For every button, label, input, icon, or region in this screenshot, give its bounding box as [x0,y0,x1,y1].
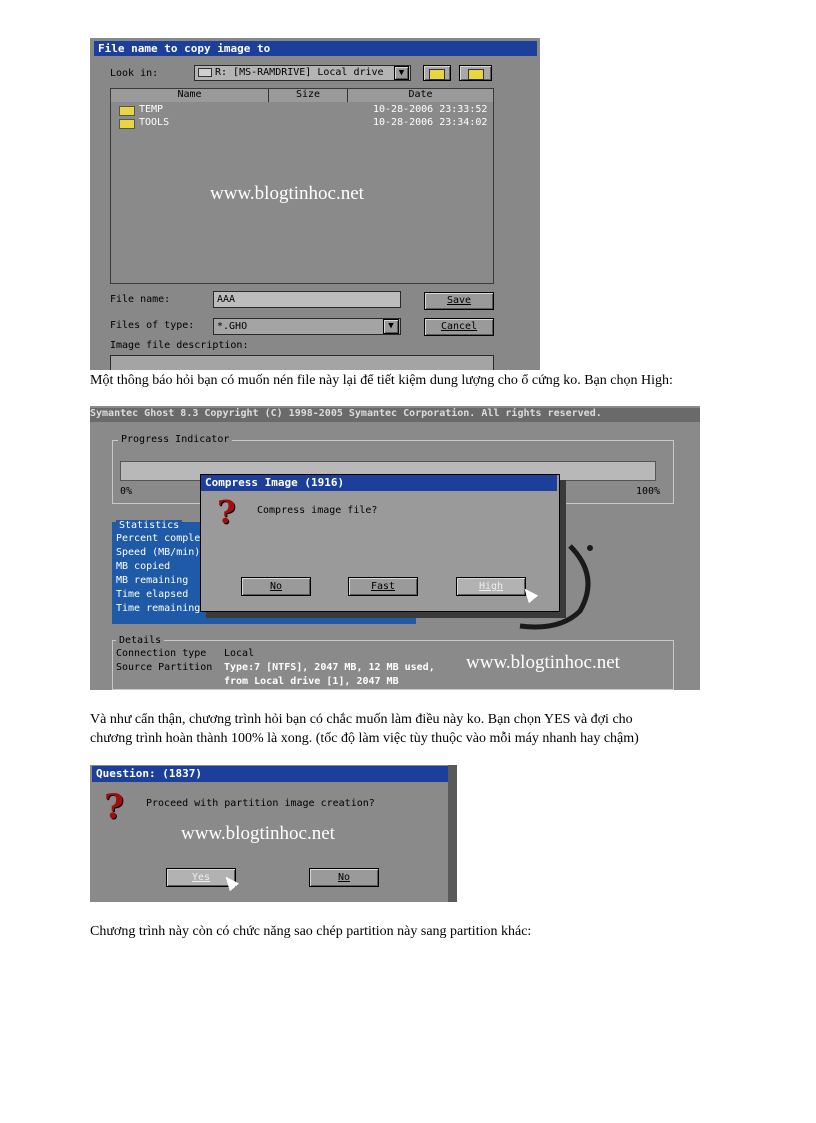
compress-question: Compress image file? [257,505,378,516]
file-date: 10-28-2006 23:33:52 [373,104,488,115]
stat-time-remaining: Time remaining [116,603,201,614]
files-of-type-label: Files of type: [110,320,195,331]
up-one-level-button[interactable] [423,65,451,81]
save-button[interactable]: Save [424,292,494,310]
file-name-label: File name: [110,294,171,305]
image-description-label: Image file description: [110,340,249,351]
dialog-right-edge [448,765,457,902]
stat-time-elapsed: Time elapsed [116,589,189,600]
progress-start-label: 0% [120,486,133,497]
folder-icon [119,106,135,116]
no-button[interactable]: No [309,868,379,887]
question-dialog-title: Question: (1837) [92,766,448,782]
column-header-size[interactable]: Size [269,89,348,102]
source-partition-label: Source Partition [116,662,213,673]
connection-type-value: Local [224,648,255,659]
statistics-label: Statistics [116,520,183,531]
folder-up-icon [429,69,445,80]
files-of-type-dropdown-arrow[interactable]: ▼ [383,319,399,334]
source-partition-line2: from Local drive [1], 2047 MB [224,676,399,687]
look-in-label: Look in: [110,68,159,79]
folder-icon [119,119,135,129]
file-date: 10-28-2006 23:34:02 [373,117,488,128]
files-of-type-dropdown[interactable]: *.GHO [213,318,401,335]
paragraph-confirm-line2: chương trình hoàn thành 100% là xong. (t… [90,731,639,746]
high-button[interactable]: High [456,577,526,596]
question-icon: ? [104,787,124,827]
column-header-name[interactable]: Name [111,89,269,102]
stat-mb-copied: MB copied [116,561,171,572]
stat-speed: Speed (MB/min) [116,547,201,558]
fast-button[interactable]: Fast [348,577,418,596]
new-folder-icon [467,69,484,80]
question-icon: ? [217,493,236,531]
no-button[interactable]: No [241,577,311,596]
stat-mb-remaining: MB remaining [116,575,189,586]
paragraph-partition-copy: Chương trình này còn có chức năng sao ch… [90,924,532,939]
watermark: www.blogtinhoc.net [181,823,335,844]
list-item[interactable]: TOOLS 10-28-2006 23:34:02 [119,117,487,129]
look-in-dropdown[interactable]: R: [MS-RAMDRIVE] Local drive [194,65,411,81]
look-in-dropdown-arrow[interactable]: ▼ [394,66,409,80]
file-list[interactable]: Name Size Date TEMP 10-28-2006 23:33:52 … [110,88,494,284]
file-name: TEMP [139,104,164,115]
ghost-progress-screenshot: Symantec Ghost 8.3 Copyright (C) 1998-20… [90,406,700,690]
drive-icon [198,67,212,77]
file-dialog-screenshot: File name to copy image to Look in: R: [… [90,38,540,370]
file-name: TOOLS [139,117,170,128]
ghost-header: Symantec Ghost 8.3 Copyright (C) 1998-20… [90,408,700,422]
watermark: www.blogtinhoc.net [210,183,364,204]
image-description-input[interactable] [110,355,494,370]
details-label: Details [116,635,165,646]
question-dialog-screenshot: Question: (1837) ? Proceed with partitio… [90,765,457,902]
list-item[interactable]: TEMP 10-28-2006 23:33:52 [119,104,487,116]
connection-type-label: Connection type [116,648,207,659]
progress-end-label: 100% [636,486,661,497]
dialog-title-bar: File name to copy image to [94,41,537,56]
file-name-input[interactable]: AAA [213,291,401,308]
question-text: Proceed with partition image creation? [146,798,375,809]
cancel-button[interactable]: Cancel [424,318,494,336]
new-folder-button[interactable] [459,65,492,81]
compress-image-dialog: Compress Image (1916) ? Compress image f… [200,474,560,612]
paragraph-confirm-line1: Và như cẩn thận, chương trình hỏi bạn có… [90,712,633,727]
watermark: www.blogtinhoc.net [466,652,620,673]
column-header-date[interactable]: Date [348,89,493,102]
stat-percent-complete: Percent complete [116,533,213,544]
compress-dialog-title: Compress Image (1916) [201,475,557,491]
progress-indicator-label: Progress Indicator [118,434,233,445]
paragraph-compress-intro: Một thông báo hỏi bạn có muốn nén file n… [90,373,673,388]
source-partition-line1: Type:7 [NTFS], 2047 MB, 12 MB used, [224,662,435,673]
